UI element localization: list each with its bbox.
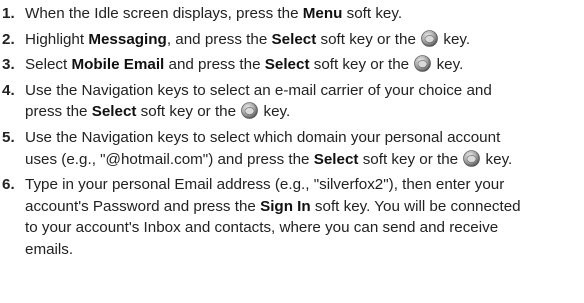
step-text-line: Highlight Messaging, and press the Selec… <box>25 29 471 48</box>
step-text-line: account's Password and press the Sign In… <box>25 197 521 215</box>
select-key-icon <box>414 55 432 72</box>
select-key-icon <box>421 29 438 47</box>
step-text-line: Use the Navigation keys to select which … <box>25 128 501 146</box>
step-6: 6. Type in your personal Email address (… <box>0 174 584 260</box>
step-number: 6. <box>2 176 15 194</box>
step-1: 1. When the Idle screen displays, press … <box>0 3 584 25</box>
step-text-line: press the Select soft key or the key. <box>25 102 291 121</box>
step-number: 2. <box>2 30 15 48</box>
step-number: 5. <box>2 128 15 146</box>
step-4: 4. Use the Navigation keys to select an … <box>0 80 584 123</box>
step-text-line: Type in your personal Email address (e.g… <box>25 176 505 194</box>
instruction-steps: 1. When the Idle screen displays, press … <box>0 3 584 265</box>
step-5: 5. Use the Navigation keys to select whi… <box>0 127 584 170</box>
step-3: 3. Select Mobile Email and press the Sel… <box>0 54 584 76</box>
step-text-line: to your account's Inbox and contacts, wh… <box>25 219 499 237</box>
step-text-line: Select Mobile Email and press the Select… <box>25 55 464 74</box>
step-number: 1. <box>2 5 15 22</box>
step-text-line: When the Idle screen displays, press the… <box>25 5 403 22</box>
step-text-line: emails. <box>25 240 74 258</box>
step-text-line: Use the Navigation keys to select an e-m… <box>25 81 492 99</box>
select-key-icon <box>463 149 481 167</box>
select-key-icon <box>241 102 259 120</box>
step-text-line: uses (e.g., "@hotmail.com") and press th… <box>25 149 513 168</box>
step-number: 4. <box>2 81 15 99</box>
step-2: 2. Highlight Messaging, and press the Se… <box>0 29 584 51</box>
step-number: 3. <box>2 56 15 74</box>
